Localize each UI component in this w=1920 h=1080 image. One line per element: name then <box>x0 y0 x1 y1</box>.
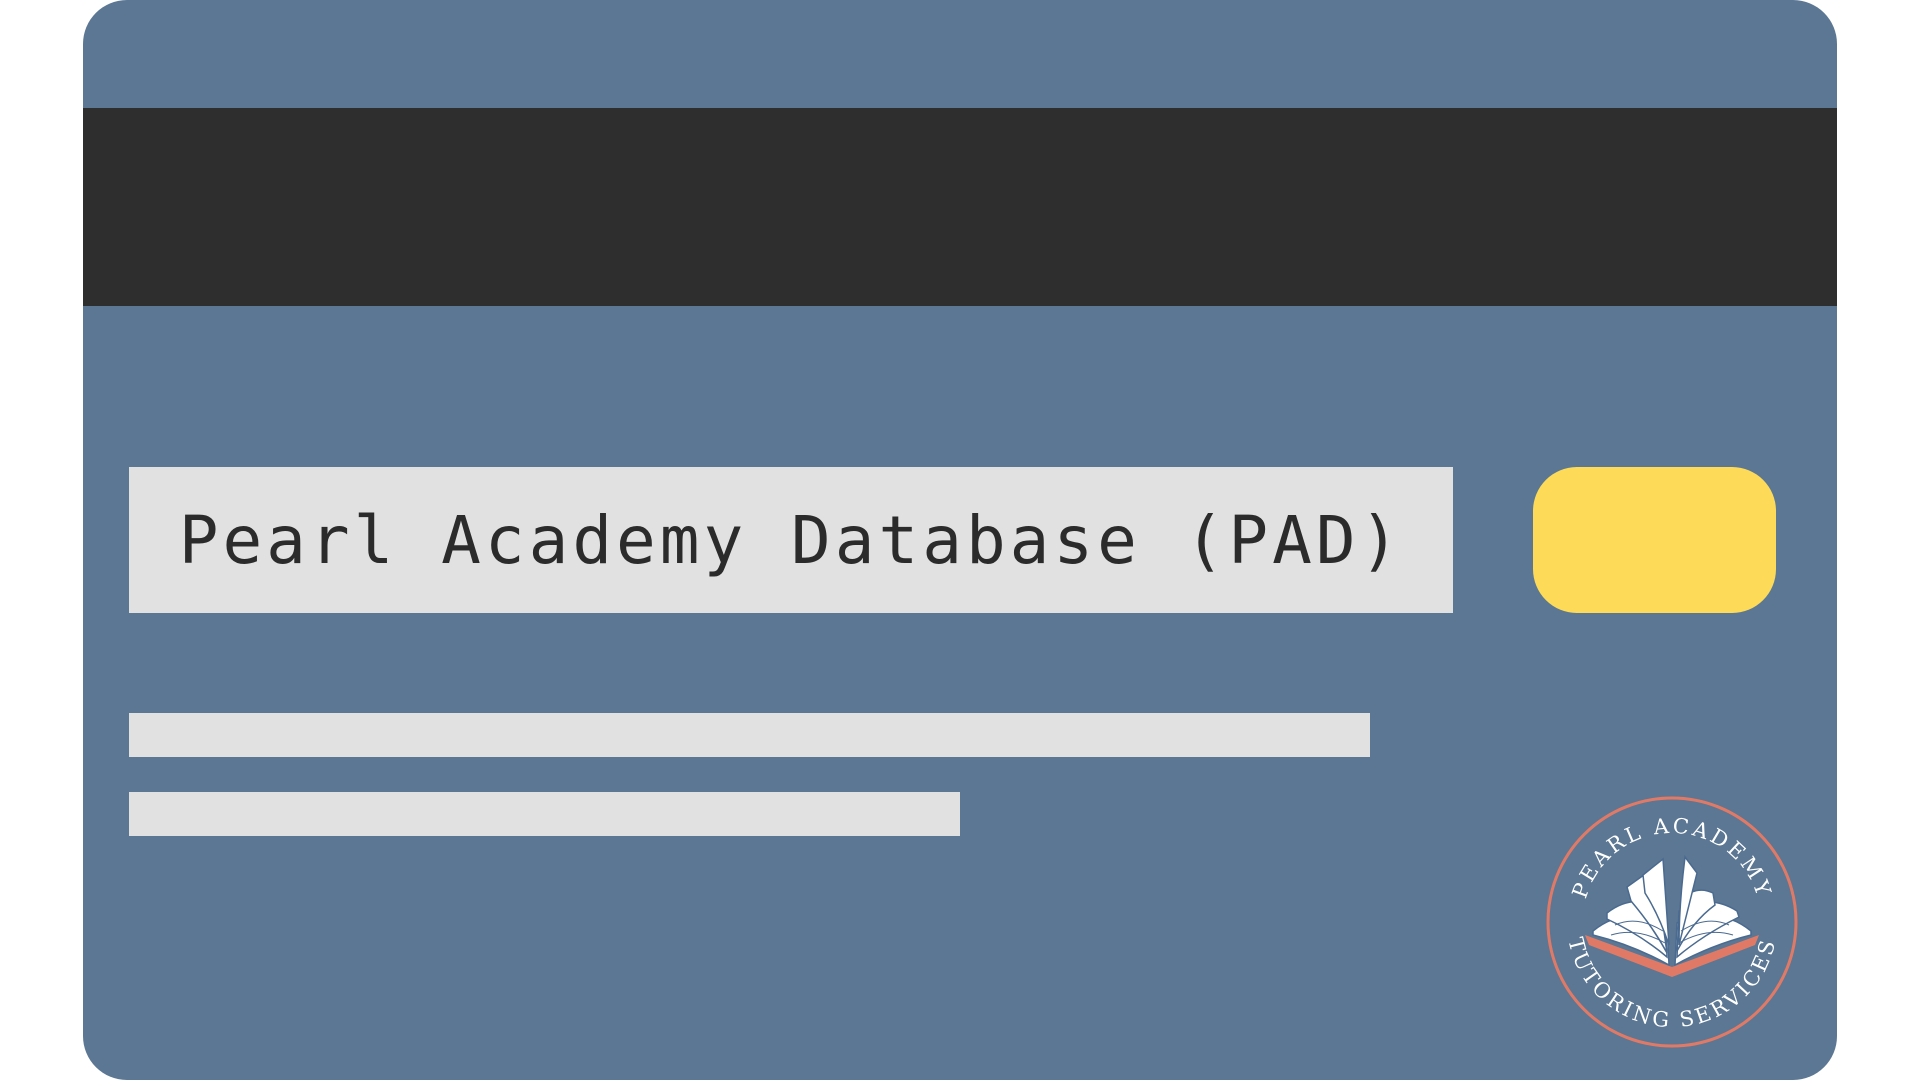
title-panel: Pearl Academy Database (PAD) <box>129 467 1453 613</box>
pearl-academy-seal: PEARL ACADEMY TUTORING SERVICES <box>1545 795 1799 1049</box>
seal-bottom-text: TUTORING SERVICES <box>1563 935 1780 1032</box>
open-book-icon <box>1585 855 1759 977</box>
placeholder-line-1 <box>129 713 1370 757</box>
placeholder-line-2 <box>129 792 960 836</box>
seal-top-text: PEARL ACADEMY <box>1568 814 1777 902</box>
chip <box>1533 467 1776 613</box>
magnetic-stripe <box>83 108 1837 306</box>
card: Pearl Academy Database (PAD) PEARL ACADE… <box>83 0 1837 1080</box>
card-title: Pearl Academy Database (PAD) <box>178 501 1404 579</box>
